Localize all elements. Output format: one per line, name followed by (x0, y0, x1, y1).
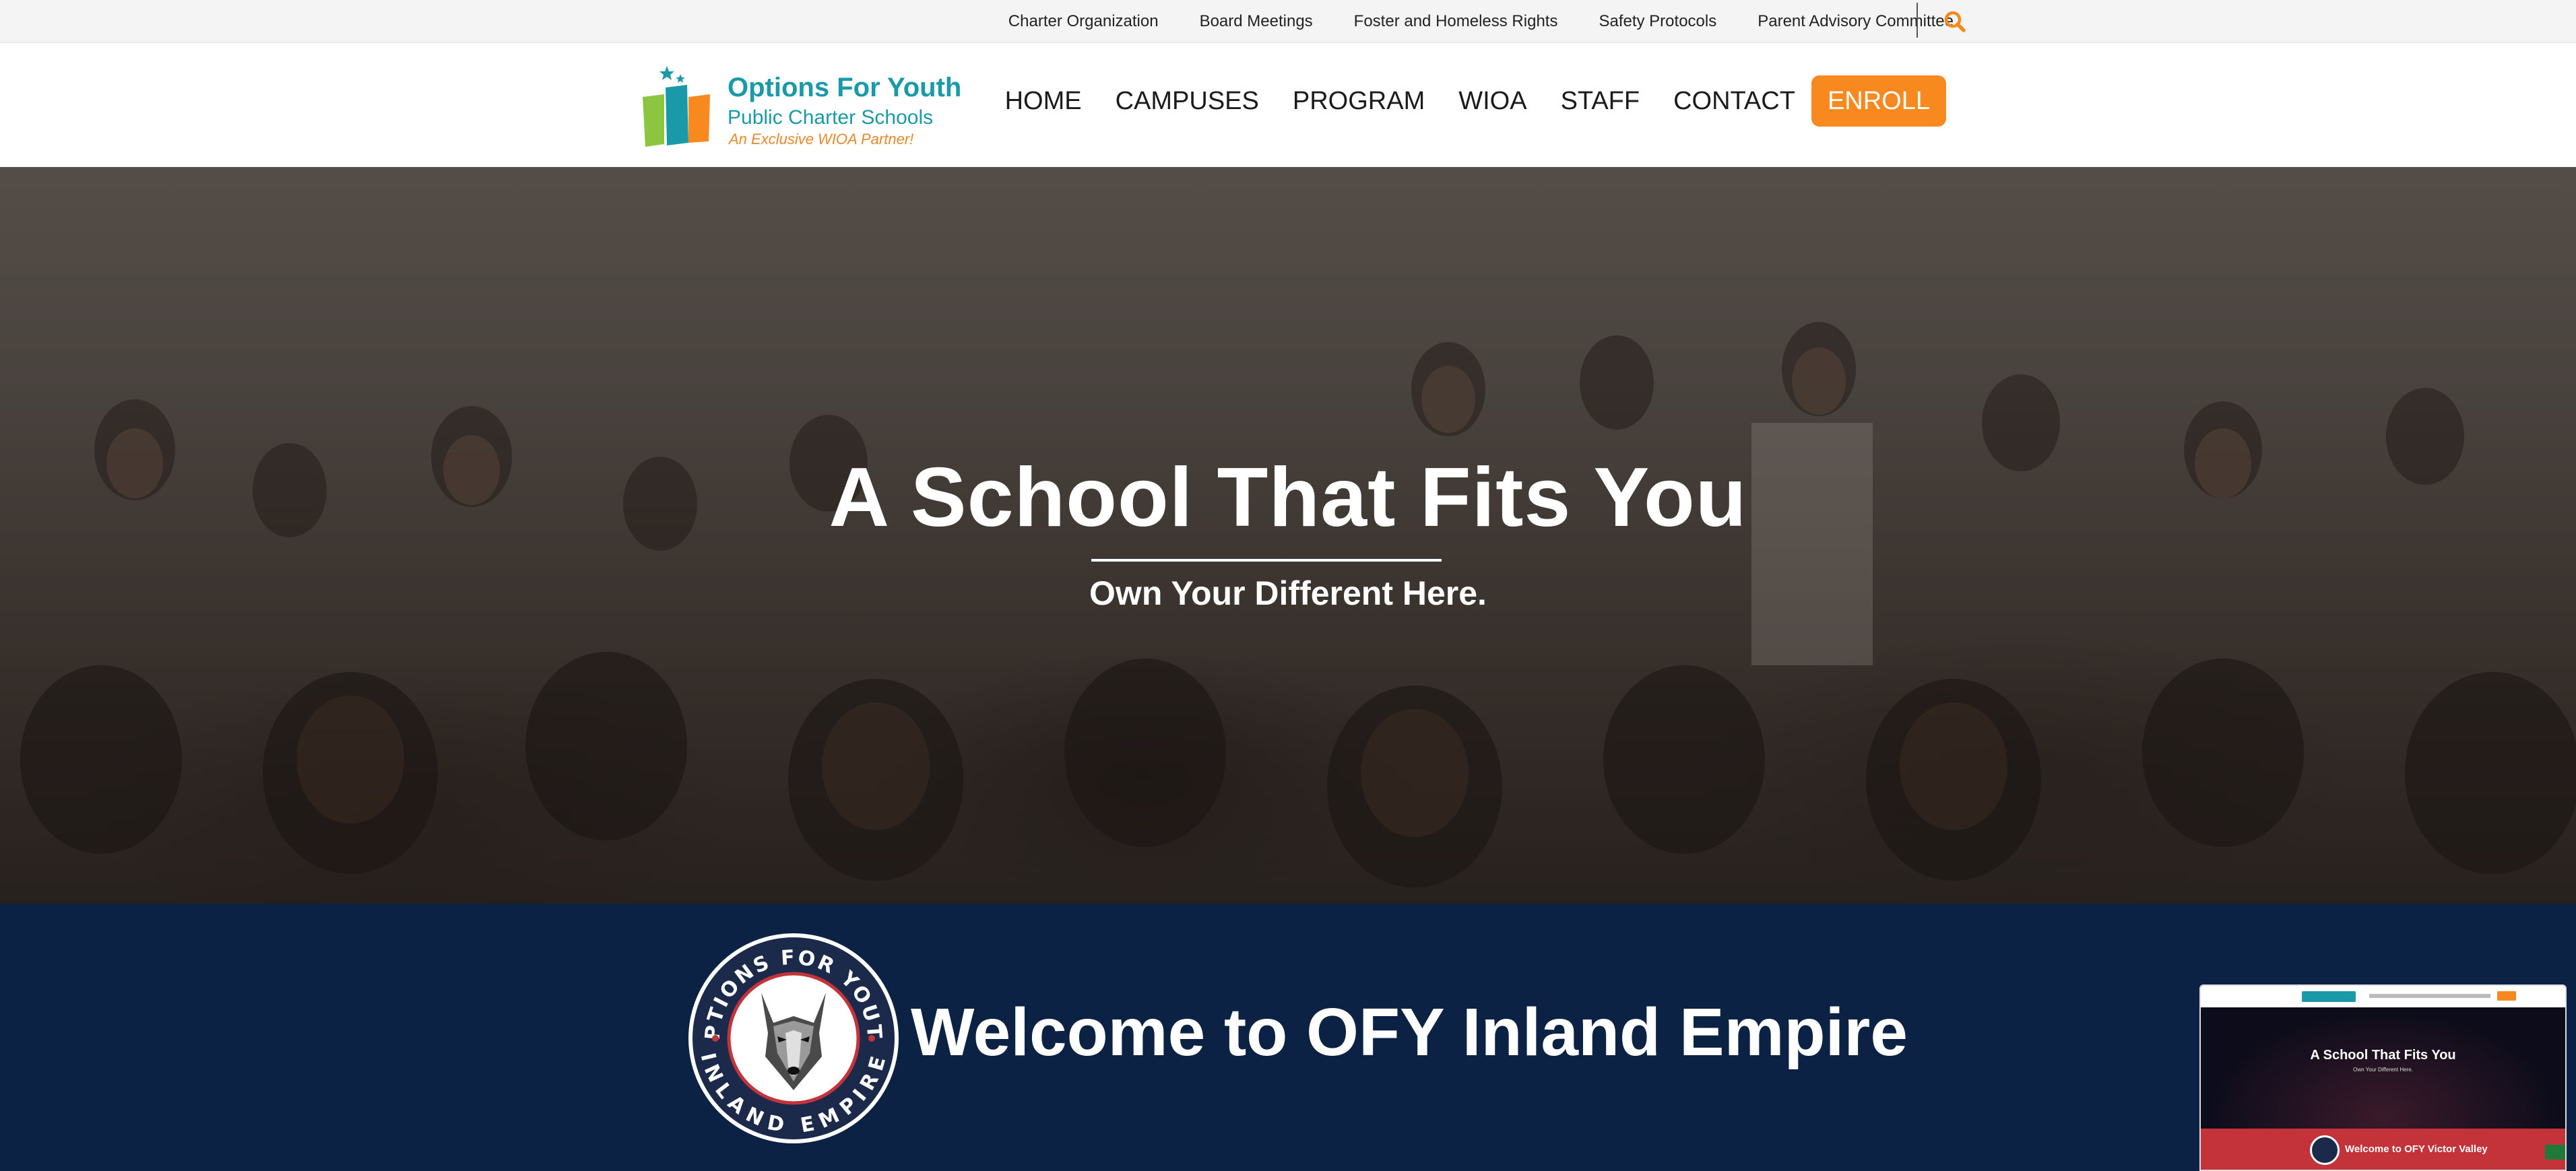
preview-hero-subtitle: Own Your Different Here. (2353, 1067, 2413, 1073)
site-logo[interactable]: Options For Youth Public Charter Schools… (640, 63, 963, 151)
preview-seal-icon (2310, 1135, 2340, 1165)
utility-link-board-meetings[interactable]: Board Meetings (1200, 12, 1313, 31)
hero-title: A School That Fits You (829, 451, 1747, 544)
utility-nav: Charter Organization Board Meetings Fost… (1008, 0, 1954, 43)
utility-link-foster-homeless-rights[interactable]: Foster and Homeless Rights (1354, 12, 1558, 31)
preview-green-block (2545, 1145, 2565, 1160)
site-preview-thumbnail[interactable]: A School That Fits You Own Your Differen… (2199, 984, 2567, 1171)
logo-subtitle: Public Charter Schools (728, 106, 934, 129)
preview-welcome-title: Welcome to OFY Victor Valley (2345, 1143, 2488, 1155)
main-nav: HOME CAMPUSES PROGRAM WIOA STAFF CONTACT… (1005, 75, 1946, 127)
wolf-seal-icon: OPTIONS FOR YOUTH INLAND EMPIRE (687, 932, 899, 1143)
search-icon (1944, 11, 1966, 32)
hero-section: A School That Fits You Own Your Differen… (0, 167, 2576, 904)
nav-item-wioa[interactable]: WIOA (1458, 87, 1526, 116)
preview-logo (2302, 991, 2356, 1002)
nav-item-campuses[interactable]: CAMPUSES (1116, 87, 1259, 116)
logo-title: Options For Youth (728, 73, 962, 102)
welcome-section: OPTIONS FOR YOUTH INLAND EMPIRE Welcome … (0, 904, 2576, 1171)
utility-bar: Charter Organization Board Meetings Fost… (0, 0, 2576, 43)
logo-tagline: An Exclusive WIOA Partner! (729, 131, 914, 147)
nav-item-home[interactable]: HOME (1005, 87, 1082, 116)
hero-subtitle: Own Your Different Here. (1089, 574, 1487, 612)
enroll-button[interactable]: ENROLL (1811, 75, 1946, 127)
nav-item-program[interactable]: PROGRAM (1293, 87, 1425, 116)
nav-item-contact[interactable]: CONTACT (1673, 87, 1795, 116)
nav-item-staff[interactable]: STAFF (1561, 87, 1640, 116)
logo-mark-icon (643, 66, 710, 147)
search-button[interactable] (1943, 9, 1967, 34)
preview-header (2201, 986, 2565, 1007)
preview-hero-title: A School That Fits You (2310, 1048, 2456, 1063)
utility-link-safety-protocols[interactable]: Safety Protocols (1599, 12, 1716, 31)
utility-link-parent-advisory-committee[interactable]: Parent Advisory Committee (1758, 12, 1954, 31)
preview-nav (2369, 994, 2490, 998)
utility-divider (1917, 3, 1918, 38)
hero-divider (1091, 559, 1442, 562)
site-header: Options For Youth Public Charter Schools… (0, 43, 2576, 167)
preview-enroll (2497, 991, 2516, 1001)
welcome-title: Welcome to OFY Inland Empire (911, 995, 1908, 1070)
utility-link-charter-organization[interactable]: Charter Organization (1008, 12, 1159, 31)
